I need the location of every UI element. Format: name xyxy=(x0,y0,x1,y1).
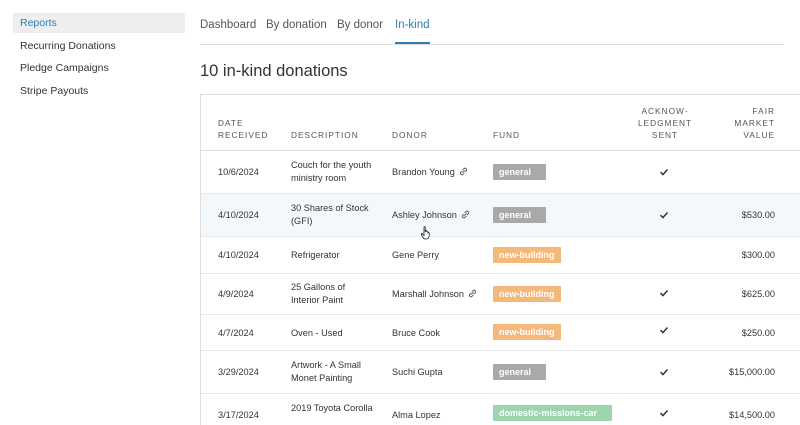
fund-badge: new-building xyxy=(493,286,561,302)
value-cell: $300.00 xyxy=(741,250,775,260)
donor-cell[interactable]: Alma Lopez xyxy=(392,409,441,422)
description-line1: Artwork - A Small xyxy=(291,360,361,370)
description-cell: Artwork - A Small Monet Painting xyxy=(291,359,361,384)
in-kind-table: DATE RECEIVED DESCRIPTION DONOR FUND ACK… xyxy=(200,94,800,425)
link-icon[interactable] xyxy=(468,289,477,298)
value-cell: $250.00 xyxy=(741,328,775,338)
tab-in-kind[interactable]: In-kind xyxy=(395,19,430,44)
sidebar-item-recurring-donations[interactable]: Recurring Donations xyxy=(13,36,185,56)
date-cell: 3/29/2024 xyxy=(218,367,259,377)
date-cell: 4/9/2024 xyxy=(218,289,254,299)
date-cell: 10/6/2024 xyxy=(218,167,259,177)
page-title: 10 in-kind donations xyxy=(200,62,348,80)
header-fmv-line2: MARKET xyxy=(734,118,775,128)
description-line1: Couch for the youth xyxy=(291,160,372,170)
header-fmv-line3: VALUE xyxy=(743,130,775,140)
check-icon xyxy=(659,211,669,219)
report-tabs: Dashboard By donation By donor In-kind xyxy=(200,0,784,45)
donor-name[interactable]: Suchi Gupta xyxy=(392,367,443,377)
tab-by-donor[interactable]: By donor xyxy=(337,19,383,42)
date-cell: 4/10/2024 xyxy=(218,250,259,260)
hand-cursor-icon xyxy=(420,226,430,240)
check-icon xyxy=(659,326,669,334)
date-cell: 3/17/2024 xyxy=(218,410,259,420)
table-row[interactable]: 4/10/2024 Refrigerator Gene Perry new-bu… xyxy=(201,237,800,274)
table-row[interactable]: 10/6/2024 Couch for the youth ministry r… xyxy=(201,151,800,194)
description-cell: 30 Shares of Stock (GFI) xyxy=(291,202,369,227)
date-cell: 4/7/2024 xyxy=(218,328,254,338)
sidebar-item-reports[interactable]: Reports xyxy=(13,13,185,33)
tab-by-donation[interactable]: By donation xyxy=(266,19,327,42)
description-cell: Oven - Used xyxy=(291,328,343,338)
donor-name[interactable]: Marshall Johnson xyxy=(392,289,464,299)
fund-badge: new-building xyxy=(493,247,561,263)
sidebar-item-pledge-campaigns[interactable]: Pledge Campaigns xyxy=(13,58,185,78)
table-row[interactable]: 3/17/2024 2019 Toyota Corolla Alma Lopez… xyxy=(201,394,800,425)
table-header: DATE RECEIVED DESCRIPTION DONOR FUND ACK… xyxy=(201,95,800,151)
donor-name[interactable]: Bruce Cook xyxy=(392,328,440,338)
value-cell: $625.00 xyxy=(741,289,775,299)
check-icon xyxy=(659,409,669,417)
fund-badge: general xyxy=(493,207,546,223)
header-fmv-line1: FAIR xyxy=(752,106,775,116)
description-cell: 2019 Toyota Corolla xyxy=(291,403,373,413)
link-icon[interactable] xyxy=(461,210,470,219)
donor-cell[interactable]: Marshall Johnson xyxy=(392,288,477,301)
value-cell: $14,500.00 xyxy=(729,410,775,420)
donor-cell[interactable]: Gene Perry xyxy=(392,249,439,262)
header-donor[interactable]: DONOR xyxy=(392,129,428,141)
value-cell: $15,000.00 xyxy=(729,367,775,377)
donor-cell[interactable]: Suchi Gupta xyxy=(392,366,443,379)
donor-cell[interactable]: Brandon Young xyxy=(392,166,468,179)
table-row[interactable]: 4/10/2024 30 Shares of Stock (GFI) Ashle… xyxy=(201,194,800,237)
sidebar: Reports Recurring Donations Pledge Campa… xyxy=(13,13,185,103)
date-cell: 4/10/2024 xyxy=(218,210,259,220)
header-ack-line1: ACKNOW- xyxy=(641,106,689,116)
header-date-line2: RECEIVED xyxy=(218,130,269,140)
fund-badge: domestic-missions-car xyxy=(493,405,612,421)
fund-badge: general xyxy=(493,164,546,180)
donor-name[interactable]: Alma Lopez xyxy=(392,410,441,420)
table-row[interactable]: 4/7/2024 Oven - Used Bruce Cook new-buil… xyxy=(201,315,800,351)
sidebar-item-stripe-payouts[interactable]: Stripe Payouts xyxy=(13,81,185,101)
donor-cell[interactable]: Bruce Cook xyxy=(392,327,440,340)
header-fund[interactable]: FUND xyxy=(493,129,520,141)
donor-name[interactable]: Ashley Johnson xyxy=(392,210,457,220)
link-icon[interactable] xyxy=(459,167,468,176)
donor-cell[interactable]: Ashley Johnson xyxy=(392,209,470,222)
header-fair-market-value[interactable]: FAIR MARKET VALUE xyxy=(701,105,775,141)
description-line1: 30 Shares of Stock xyxy=(291,203,369,213)
tab-dashboard[interactable]: Dashboard xyxy=(200,19,256,42)
check-icon xyxy=(659,289,669,297)
description-line2: (GFI) xyxy=(291,215,313,226)
check-icon xyxy=(659,368,669,376)
description-line2: Interior Paint xyxy=(291,294,344,305)
fund-badge: general xyxy=(493,364,546,380)
table-row[interactable]: 3/29/2024 Artwork - A Small Monet Painti… xyxy=(201,351,800,394)
fund-badge: new-building xyxy=(493,324,561,340)
header-ack-line2: LEDGMENT xyxy=(637,118,693,128)
check-icon xyxy=(659,168,669,176)
header-description[interactable]: DESCRIPTION xyxy=(291,129,359,141)
header-date-received[interactable]: DATE RECEIVED xyxy=(218,117,268,141)
header-acknowledgment-sent[interactable]: ACKNOW- LEDGMENT SENT xyxy=(625,105,705,141)
value-cell: $530.00 xyxy=(741,210,775,220)
table-row[interactable]: 4/9/2024 25 Gallons of Interior Paint Ma… xyxy=(201,274,800,315)
description-line2: Monet Painting xyxy=(291,372,353,383)
header-date-line1: DATE xyxy=(218,118,244,128)
header-ack-line3: SENT xyxy=(651,130,679,140)
description-cell: Couch for the youth ministry room xyxy=(291,159,371,184)
description-cell: 25 Gallons of Interior Paint xyxy=(291,281,345,306)
donor-name[interactable]: Brandon Young xyxy=(392,167,455,177)
description-cell: Refrigerator xyxy=(291,250,340,260)
donor-name[interactable]: Gene Perry xyxy=(392,250,439,260)
description-line1: 25 Gallons of xyxy=(291,282,346,292)
description-line2: ministry room xyxy=(291,172,347,183)
